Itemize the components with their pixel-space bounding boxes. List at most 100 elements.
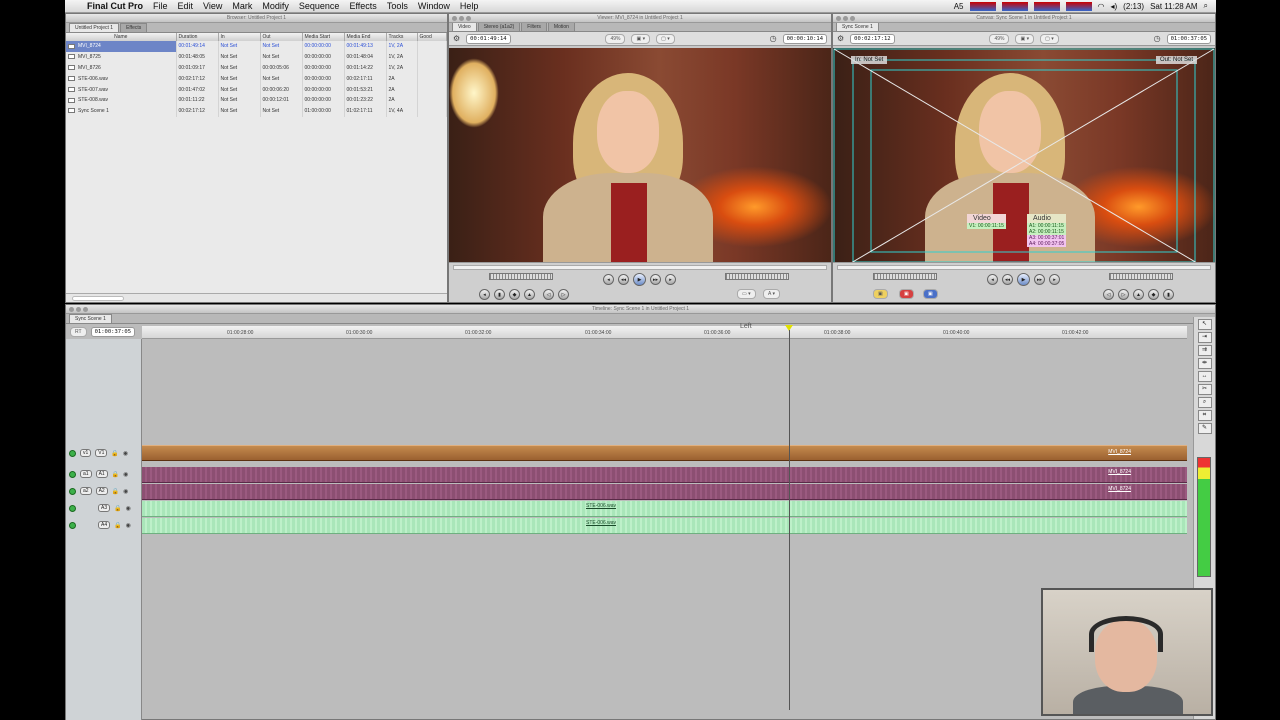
auto-select-icon[interactable]: ◉	[126, 522, 131, 529]
track-audible-toggle[interactable]	[69, 504, 76, 512]
col-name[interactable]: Name	[66, 33, 177, 41]
zoom-button[interactable]	[850, 16, 855, 21]
play-in-out-button[interactable]: ◂	[603, 274, 614, 285]
view-popup[interactable]: ▣ ▾	[1015, 33, 1035, 44]
tab-motion[interactable]: Motion	[547, 22, 575, 31]
previous-edit-button[interactable]: ◂◂	[618, 274, 629, 285]
gear-icon[interactable]: ⚙	[453, 34, 460, 43]
overwrite-button[interactable]: ▣	[899, 289, 914, 299]
battery-indicator[interactable]: (2:13)	[1123, 2, 1144, 11]
source-patch-v1[interactable]: v1	[80, 449, 92, 457]
scroll-thumb[interactable]	[72, 296, 124, 301]
edit-selection-tool-icon[interactable]: ⇥	[1197, 332, 1212, 343]
auto-select-icon[interactable]: ◉	[123, 471, 128, 478]
menu-view[interactable]: View	[203, 1, 222, 11]
tab-project[interactable]: Untitled Project 1	[69, 23, 120, 32]
recent-clips-popup[interactable]: ▭ ▾	[737, 289, 756, 299]
tab-effects[interactable]: Effects	[120, 23, 148, 32]
jog-control[interactable]	[725, 273, 789, 280]
play-around-button[interactable]: ▸	[1049, 274, 1060, 285]
audio-clip-a2[interactable]: MVI_8724	[142, 484, 1187, 500]
lock-icon[interactable]: 🔒	[112, 471, 119, 478]
dest-patch-a2[interactable]: A2	[95, 487, 108, 495]
dest-patch-a4[interactable]: A4	[98, 521, 111, 529]
replace-button[interactable]: ▣	[923, 289, 938, 299]
dest-patch-a3[interactable]: A3	[98, 504, 111, 512]
canvas-duration-timecode[interactable]: 00:02:17:12	[850, 33, 895, 44]
razor-tool-icon[interactable]: ✂	[1197, 384, 1212, 395]
minimize-button[interactable]	[459, 16, 464, 21]
canvas-current-timecode[interactable]: 01:00:37:05	[1166, 33, 1212, 44]
close-button[interactable]	[69, 307, 74, 312]
menu-tools[interactable]: Tools	[387, 1, 408, 11]
mark-clip-button[interactable]: ▮	[494, 289, 505, 300]
generator-popup[interactable]: A ▾	[763, 289, 780, 299]
video-clip[interactable]: MVI_8724	[142, 445, 1187, 461]
shuttle-control[interactable]	[489, 273, 553, 280]
menu-edit[interactable]: Edit	[178, 1, 194, 11]
mark-out-button[interactable]: ▷	[558, 289, 569, 300]
lock-icon[interactable]: 🔒	[114, 505, 121, 512]
table-row[interactable]: STE-007.wav 00:01:47:02 Not Set 00:00:06:20…	[66, 84, 447, 95]
table-row[interactable]: MVI_8724 00:01:49:14 Not Set Not Set 00:00:0…	[66, 41, 447, 52]
mark-out-button[interactable]: ▷	[1118, 289, 1129, 300]
play-button[interactable]: ▶	[1017, 273, 1030, 286]
track-audible-toggle[interactable]	[69, 487, 76, 495]
lock-icon[interactable]: 🔒	[111, 450, 118, 457]
volume-icon[interactable]: ◂)	[1110, 2, 1117, 11]
crop-tool-icon[interactable]: ⌗	[1197, 410, 1212, 421]
col-good[interactable]: Good	[417, 33, 447, 41]
tab-stereo[interactable]: Stereo (a1a2)	[477, 22, 521, 31]
menu-sequence[interactable]: Sequence	[299, 1, 340, 11]
tab-filters[interactable]: Filters	[521, 22, 547, 31]
lock-icon[interactable]: 🔒	[114, 522, 121, 529]
adobe-icon[interactable]: A5	[954, 2, 964, 11]
source-patch-a1[interactable]: a1	[80, 470, 92, 478]
ripple-tool-icon[interactable]: ⇹	[1197, 358, 1212, 369]
app-menu[interactable]: Final Cut Pro	[87, 1, 143, 11]
dest-patch-a1[interactable]: A1	[95, 470, 108, 478]
view-popup[interactable]: ▣ ▾	[631, 33, 651, 44]
audio-clip-a3[interactable]: STE-006.wav	[142, 501, 1187, 517]
mark-in-button[interactable]: ◁	[543, 289, 554, 300]
col-out[interactable]: Out	[260, 33, 303, 41]
lock-icon[interactable]: 🔒	[112, 488, 119, 495]
track-audible-toggle[interactable]	[69, 521, 76, 529]
timeline-current-timecode[interactable]: 01:00:37:05	[90, 327, 136, 337]
add-marker-button[interactable]: ▲	[1133, 289, 1144, 300]
clock[interactable]: Sat 11:28 AM	[1150, 2, 1197, 11]
play-button[interactable]: ▶	[633, 273, 646, 286]
track-forward-tool-icon[interactable]: ⇉	[1197, 345, 1212, 356]
auto-select-icon[interactable]: ◉	[123, 450, 128, 457]
pen-tool-icon[interactable]: ✎	[1197, 423, 1212, 434]
menu-help[interactable]: Help	[460, 1, 479, 11]
shuttle-control[interactable]	[873, 273, 937, 280]
clock-icon[interactable]: ◷	[770, 34, 777, 43]
track-visibility-toggle[interactable]	[69, 449, 76, 457]
spotlight-icon[interactable]: ⌕	[1204, 1, 1208, 11]
minimize-button[interactable]	[843, 16, 848, 21]
table-row[interactable]: STE-006.wav 00:02:17:12 Not Set Not Set 00:0…	[66, 73, 447, 85]
track-audible-toggle[interactable]	[69, 470, 76, 478]
play-around-button[interactable]: ▸	[665, 274, 676, 285]
col-media-end[interactable]: Media End	[344, 33, 387, 41]
zoom-popup[interactable]: 49%	[989, 33, 1010, 44]
auto-select-icon[interactable]: ◉	[126, 505, 131, 512]
dest-patch-v1[interactable]: V1	[95, 449, 108, 457]
audio-clip-a4[interactable]: STE-006.wav	[142, 518, 1187, 534]
previous-edit-button[interactable]: ◂◂	[1002, 274, 1013, 285]
menu-file[interactable]: File	[153, 1, 168, 11]
viewer-video-frame[interactable]	[449, 48, 831, 275]
gear-icon[interactable]: ⚙	[837, 34, 844, 43]
tab-sequence[interactable]: Sync Scene 1	[69, 314, 112, 323]
slip-tool-icon[interactable]: ↔	[1197, 371, 1212, 382]
col-tracks[interactable]: Tracks	[386, 33, 418, 41]
viewer-duration-timecode[interactable]: 00:01:49:14	[466, 33, 511, 44]
auto-select-icon[interactable]: ◉	[123, 488, 128, 495]
menu-mark[interactable]: Mark	[232, 1, 252, 11]
tab-video[interactable]: Video	[452, 22, 477, 31]
mark-clip-button[interactable]: ▮	[1163, 289, 1174, 300]
col-media-start[interactable]: Media Start	[302, 33, 345, 41]
match-frame-button[interactable]: ◂	[479, 289, 490, 300]
selection-tool-icon[interactable]: ↖	[1197, 319, 1212, 330]
